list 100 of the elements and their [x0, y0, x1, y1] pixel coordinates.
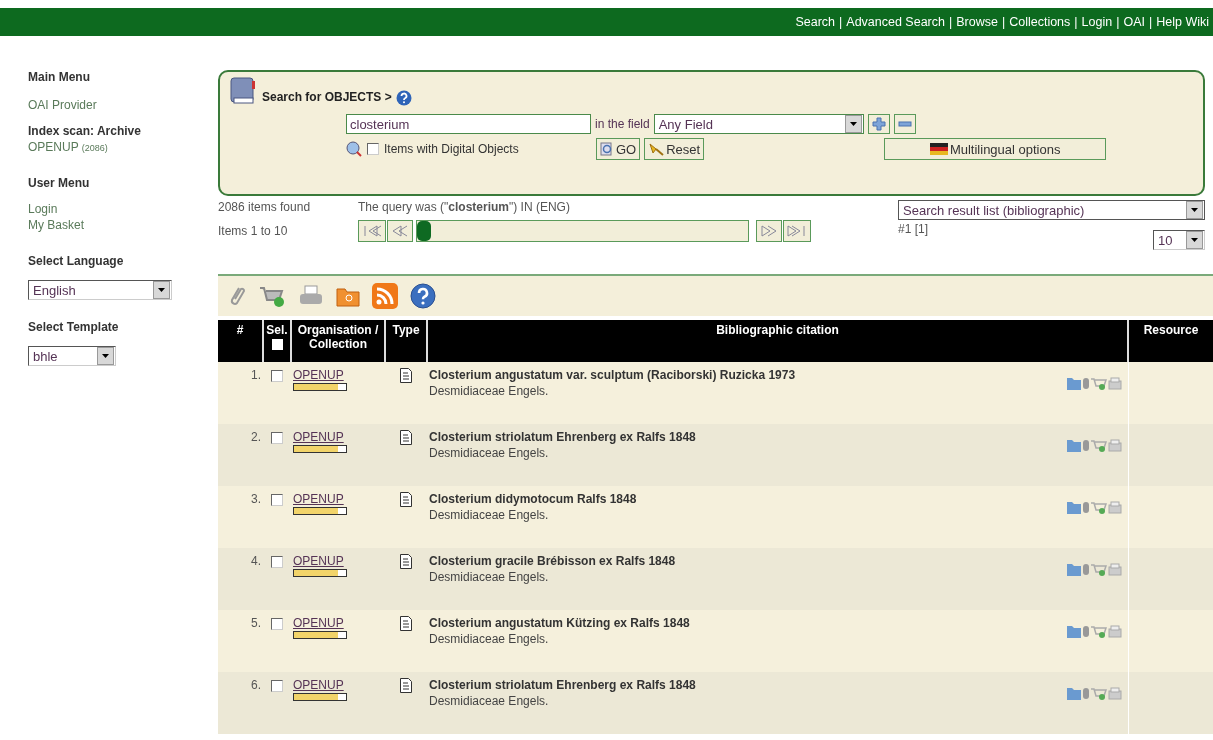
field-label: in the field	[595, 117, 650, 131]
field-select[interactable]: Any Field	[653, 114, 864, 134]
separator: |	[1116, 15, 1120, 29]
row-checkbox[interactable]	[271, 680, 283, 692]
menu-link[interactable]: My Basket	[28, 218, 84, 232]
language-select[interactable]: English	[28, 280, 172, 300]
collection-link[interactable]: OPENUP	[293, 678, 383, 692]
row-number: 6.	[218, 672, 263, 734]
document-icon[interactable]	[400, 492, 412, 507]
nav-link[interactable]: Browse	[956, 15, 998, 29]
minus-icon[interactable]	[893, 114, 916, 134]
citation-title[interactable]: Closterium angustatum Kützing ex Ralfs 1848	[429, 616, 690, 630]
folder-icon[interactable]	[1066, 438, 1081, 452]
search-field[interactable]: closterium	[346, 114, 591, 134]
citation-title[interactable]: Closterium striolatum Ehrenberg ex Ralfs 1848	[429, 678, 696, 692]
cart-add-icon[interactable]	[258, 284, 286, 308]
citation-title[interactable]: Closterium didymotocum Ralfs 1848	[429, 492, 637, 506]
archive-link[interactable]: OPENUP	[28, 140, 79, 154]
rss-icon[interactable]	[372, 283, 398, 309]
nav-link[interactable]: Advanced Search	[846, 15, 945, 29]
printer-icon[interactable]	[1107, 624, 1122, 638]
folder-icon[interactable]	[1066, 376, 1081, 390]
nav-link[interactable]: Login	[1081, 15, 1113, 29]
page-size-select[interactable]: 10	[1153, 230, 1205, 250]
magnifier-icon[interactable]	[600, 142, 614, 156]
folder-icon[interactable]	[336, 285, 360, 307]
cart-add-icon[interactable]	[1090, 376, 1107, 390]
first-page-icon[interactable]	[358, 220, 386, 242]
help-icon[interactable]	[410, 283, 436, 309]
printer-icon[interactable]	[1107, 686, 1122, 700]
printer-icon[interactable]	[1107, 438, 1122, 452]
cart-add-icon[interactable]	[1090, 562, 1107, 576]
multilingual-options-button[interactable]: Multilingual options	[884, 138, 1107, 160]
caret-icon[interactable]	[1191, 238, 1198, 242]
help-icon[interactable]	[395, 90, 412, 106]
document-icon[interactable]	[400, 616, 412, 631]
page-indicator: #1 [1]	[898, 222, 929, 236]
citation-source: Desmidiaceae Engels.	[429, 446, 550, 460]
column-header: Resource	[1128, 320, 1213, 362]
document-icon[interactable]	[400, 678, 412, 693]
last-page-icon[interactable]	[783, 220, 811, 242]
separator: |	[949, 15, 953, 29]
citation-source: Desmidiaceae Engels.	[429, 632, 550, 646]
checkbox[interactable]	[367, 143, 379, 155]
pager-thumb[interactable]	[417, 221, 431, 241]
document-icon[interactable]	[400, 554, 412, 569]
caret-icon[interactable]	[158, 288, 165, 292]
nav-link[interactable]: Search	[795, 15, 836, 29]
row-checkbox[interactable]	[271, 618, 283, 630]
separator: |	[1074, 15, 1078, 29]
row-checkbox[interactable]	[271, 494, 283, 506]
document-icon[interactable]	[400, 368, 412, 383]
cart-add-icon[interactable]	[1090, 500, 1107, 514]
plus-icon[interactable]	[867, 114, 890, 134]
citation-title[interactable]: Closterium striolatum Ehrenberg ex Ralfs 1848	[429, 430, 696, 444]
row-checkbox[interactable]	[271, 556, 283, 568]
folder-icon[interactable]	[1066, 686, 1081, 700]
collection-link[interactable]: OPENUP	[293, 430, 383, 444]
cart-add-icon[interactable]	[1090, 624, 1107, 638]
document-icon[interactable]	[400, 430, 412, 445]
reset-button[interactable]: Reset	[644, 138, 705, 160]
folder-icon[interactable]	[1066, 624, 1081, 638]
printer-icon[interactable]	[1107, 500, 1122, 514]
collection-link[interactable]: OPENUP	[293, 492, 383, 506]
caret-icon[interactable]	[1191, 208, 1198, 212]
menu-link[interactable]: OAI Provider	[28, 98, 97, 112]
book-icon[interactable]	[228, 76, 258, 106]
collection-link[interactable]: OPENUP	[293, 368, 383, 382]
go-button[interactable]: GO	[596, 138, 641, 160]
row-number: 1.	[218, 362, 263, 424]
column-header: Organisation / Collection	[291, 320, 385, 362]
row-checkbox[interactable]	[271, 432, 283, 444]
nav-link[interactable]: OAI	[1123, 15, 1145, 29]
citation-title[interactable]: Closterium gracile Brébisson ex Ralfs 1848	[429, 554, 676, 568]
caret-icon[interactable]	[849, 122, 857, 126]
results-count: 2086 items found	[218, 200, 312, 214]
collection-link[interactable]: OPENUP	[293, 616, 383, 630]
citation-title[interactable]: Closterium angustatum var. sculptum (Raciborski) Ruzicka 1973	[429, 368, 796, 382]
next-page-icon[interactable]	[756, 220, 782, 242]
template-select[interactable]: bhle	[28, 346, 116, 366]
caret-icon[interactable]	[102, 354, 109, 358]
view-select[interactable]: Search result list (bibliographic)	[898, 200, 1205, 220]
flag-icon[interactable]	[929, 142, 948, 156]
folder-icon[interactable]	[1066, 562, 1081, 576]
item-count: (2086)	[81, 143, 108, 153]
cart-add-icon[interactable]	[1090, 686, 1107, 700]
previous-page-icon[interactable]	[387, 220, 413, 242]
folder-icon[interactable]	[1066, 500, 1081, 514]
cart-add-icon[interactable]	[1090, 438, 1107, 452]
select-all-checkbox[interactable]	[271, 339, 283, 350]
nav-link[interactable]: Collections	[1009, 15, 1071, 29]
query-summary: The query was ("closterium") IN (ENG)	[358, 200, 571, 214]
magnifier-icon[interactable]	[346, 141, 362, 157]
collection-link[interactable]: OPENUP	[293, 554, 383, 568]
printer-icon[interactable]	[1107, 562, 1122, 576]
menu-link[interactable]: Login	[28, 202, 84, 216]
nav-link[interactable]: Help Wiki	[1156, 15, 1209, 29]
row-checkbox[interactable]	[271, 370, 283, 382]
printer-icon[interactable]	[1107, 376, 1122, 390]
citation-source: Desmidiaceae Engels.	[429, 508, 550, 522]
